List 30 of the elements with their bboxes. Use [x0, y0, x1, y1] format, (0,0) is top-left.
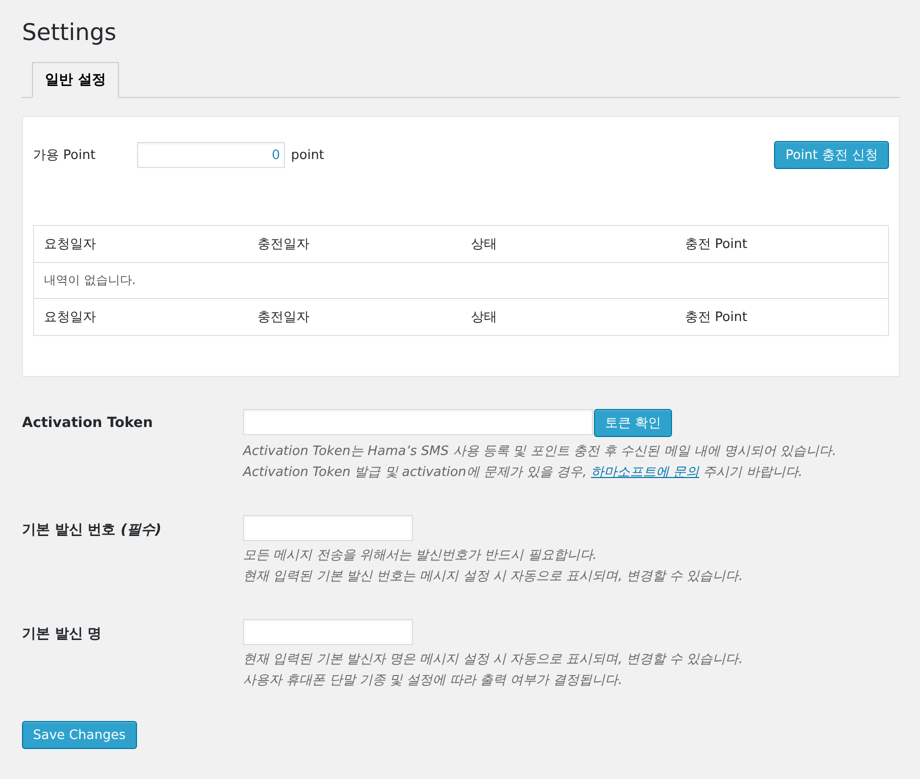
hint-text: 현재 입력된 기본 발신 번호는 메시지 설정 시 자동으로 표시되며, 변경할 수 있습니다. — [243, 568, 744, 586]
text-field[interactable] — [243, 515, 413, 541]
points-label: 가용 Point — [33, 147, 96, 164]
hint-text: Activation Token는 Hama’s SMS 사용 등록 및 포인트 충전 후 수신된 메일 내에 명시되어 있습니다. — [243, 443, 838, 461]
request-points-button[interactable]: Point 충전 신청 — [774, 141, 889, 169]
page-title: Settings — [22, 19, 118, 48]
hint-text: 현재 입력된 기본 발신자 명은 메시지 설정 시 자동으로 표시되며, 변경할 수 있습니다. — [243, 651, 744, 669]
empty-message: 내역이 없습니다. — [34, 262, 888, 298]
column-footer: 충전 Point — [674, 298, 888, 336]
save-button[interactable]: Save Changes — [22, 721, 137, 749]
column-header: 충전 Point — [674, 226, 888, 262]
points-field[interactable]: 0 — [137, 142, 285, 168]
field-label: Activation Token — [22, 414, 154, 433]
hint-text: 모든 메시지 전송을 위해서는 발신번호가 반드시 필요합니다. — [243, 547, 598, 565]
field-label: 기본 발신 명 — [22, 625, 103, 644]
column-header: 충전일자 — [247, 226, 461, 262]
column-header: 상태 — [461, 226, 675, 262]
hint-text: Activation Token 발급 및 activation에 문제가 있을 경우, 하마소프트에 문의 주시기 바랍니다. — [243, 464, 804, 482]
column-footer: 상태 — [461, 298, 675, 336]
text-field[interactable] — [243, 619, 413, 645]
contact-link[interactable]: 하마소프트에 문의 — [590, 465, 700, 480]
text-field[interactable] — [243, 409, 593, 435]
field-label: 기본 발신 번호 (필수) — [22, 521, 162, 540]
column-footer: 요청일자 — [34, 298, 248, 336]
tab[interactable]: 일반 설정 — [32, 62, 119, 98]
column-footer: 충전일자 — [247, 298, 461, 336]
unit-label: point — [291, 148, 324, 162]
column-header: 요청일자 — [34, 226, 248, 262]
verify-token-button[interactable]: 토큰 확인 — [594, 409, 672, 437]
hint-text: 사용자 휴대폰 단말 기종 및 설정에 따라 출력 여부가 결정됩니다. — [243, 672, 624, 690]
